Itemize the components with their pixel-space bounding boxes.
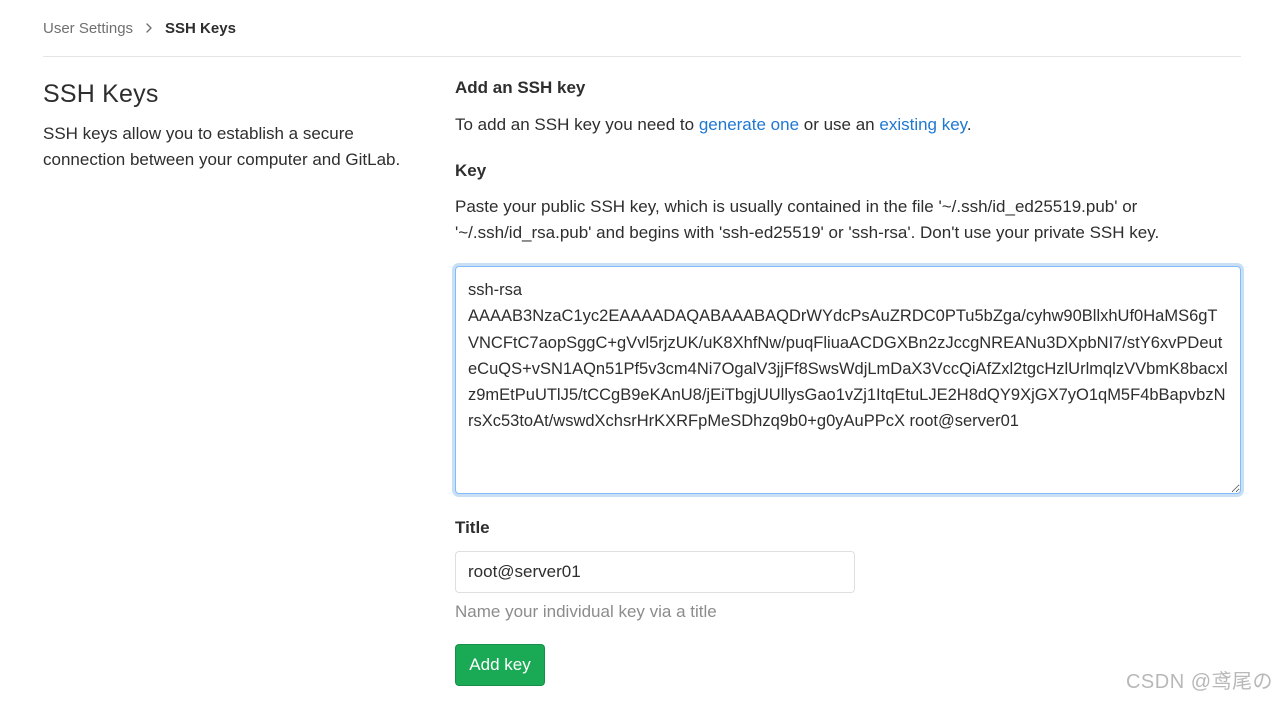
form-intro: To add an SSH key you need to generate o…	[455, 113, 1241, 137]
intro-text-before: To add an SSH key you need to	[455, 115, 699, 134]
title-label: Title	[455, 518, 490, 537]
intro-text-after: .	[966, 115, 972, 134]
key-help-text: Paste your public SSH key, which is usua…	[455, 197, 1160, 242]
breadcrumb-user-settings-link[interactable]: User Settings	[43, 20, 133, 37]
key-textarea[interactable]: ssh-rsa AAAAB3NzaC1yc2EAAAADAQABAAABAQDr…	[455, 266, 1241, 494]
add-key-button[interactable]: Add key	[455, 644, 545, 686]
form-heading: Add an SSH key	[455, 78, 586, 97]
existing-key-link[interactable]: existing key	[879, 115, 967, 134]
breadcrumb-current: SSH Keys	[165, 19, 236, 37]
title-input[interactable]	[455, 551, 855, 593]
breadcrumb: User Settings SSH Keys	[43, 16, 236, 40]
title-help-text: Name your individual key via a title	[455, 602, 717, 621]
intro-text-middle: or use an	[799, 115, 880, 134]
generate-one-link[interactable]: generate one	[699, 115, 799, 134]
header-divider	[43, 56, 1241, 57]
add-ssh-key-form: Add an SSH key To add an SSH key you nee…	[455, 76, 1241, 686]
page: User Settings SSH Keys SSH Keys SSH keys…	[0, 0, 1279, 702]
page-title: SSH Keys	[43, 80, 159, 108]
settings-sidebar: SSH Keys SSH keys allow you to establish…	[43, 76, 433, 173]
watermark: CSDN @鸢尾の	[1125, 671, 1273, 693]
key-label: Key	[455, 161, 487, 180]
chevron-right-icon	[146, 23, 152, 33]
page-description: SSH keys allow you to establish a secure…	[43, 124, 401, 169]
